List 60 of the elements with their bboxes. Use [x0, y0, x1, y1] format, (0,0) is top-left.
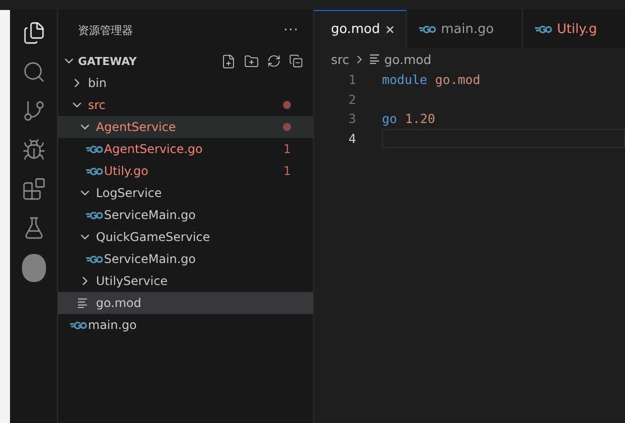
file-row[interactable]: AgentService.go 1 [58, 138, 313, 160]
go-file-icon [86, 144, 103, 154]
file-row[interactable]: ServiceMain.go [58, 204, 313, 226]
line-number: 3 [347, 111, 356, 126]
go-file-icon [419, 25, 436, 34]
tree-item-label: LogService [96, 186, 163, 200]
collapse-all-icon[interactable] [289, 54, 303, 68]
file-lines-icon [78, 298, 88, 308]
panel-title: 资源管理器 [78, 22, 133, 38]
line-number: 4 [347, 130, 356, 146]
code-token: go.mod [435, 72, 480, 88]
refresh-icon[interactable] [267, 54, 281, 68]
tree-item-label: QuickGameService [96, 230, 212, 244]
folder-row[interactable]: LogService [58, 182, 313, 204]
blocks-icon[interactable] [20, 176, 46, 202]
tab-label: go.mod [331, 22, 380, 37]
new-folder-icon[interactable] [244, 54, 259, 68]
section-title: GATEWAY [78, 54, 138, 68]
tree-item-label: AgentService [96, 120, 177, 134]
problem-count: 1 [283, 164, 291, 178]
code-token: module [382, 72, 428, 88]
go-file-icon [535, 25, 552, 34]
folder-row[interactable]: src [58, 94, 313, 116]
folder-row[interactable]: bin [58, 72, 313, 94]
go-file-icon [86, 254, 103, 264]
line-number: 2 [347, 92, 356, 107]
new-file-icon[interactable] [221, 54, 236, 68]
avatar-blob-icon[interactable] [22, 254, 46, 282]
editor-tab[interactable]: go.mod ✕ [314, 10, 407, 48]
folder-row[interactable]: QuickGameService [58, 226, 313, 248]
breadcrumb-file[interactable]: go.mod [384, 52, 432, 66]
tab-label: main.go [441, 22, 495, 37]
more-actions[interactable]: ··· [284, 22, 299, 38]
tree-item-label: src [88, 98, 107, 112]
folder-row[interactable]: AgentService [58, 116, 313, 138]
tab-label: Utily.g [557, 22, 598, 37]
tree-item-label: AgentService.go [104, 142, 204, 156]
tree-item-label: UtilyService [96, 274, 169, 288]
folder-row[interactable]: UtilyService [58, 270, 313, 292]
go-file-icon [86, 210, 103, 220]
tree-item-label: ServiceMain.go [104, 208, 197, 222]
line-number: 1 [347, 72, 356, 88]
file-row[interactable]: Utily.go 1 [58, 160, 313, 182]
code-token: 1.20 [405, 111, 436, 126]
go-file-icon [86, 166, 103, 176]
tree-item-label: ServiceMain.go [104, 252, 197, 266]
breadcrumb-folder[interactable]: src [331, 52, 350, 66]
tree-item-label: main.go [88, 318, 138, 332]
tree-item-label: go.mod [96, 296, 142, 310]
file-row[interactable]: go.mod [58, 292, 313, 314]
section-header[interactable]: GATEWAY [58, 50, 313, 72]
tree-item-label: Utily.go [104, 164, 150, 178]
go-file-icon [70, 320, 87, 330]
file-row[interactable]: main.go [58, 314, 313, 336]
tree-item-label: bin [88, 76, 108, 90]
problem-count: 1 [283, 142, 291, 156]
file-lines-icon [370, 54, 380, 64]
code-token: go [382, 111, 398, 126]
close-icon[interactable]: ✕ [384, 22, 396, 36]
file-row[interactable]: ServiceMain.go [58, 248, 313, 270]
